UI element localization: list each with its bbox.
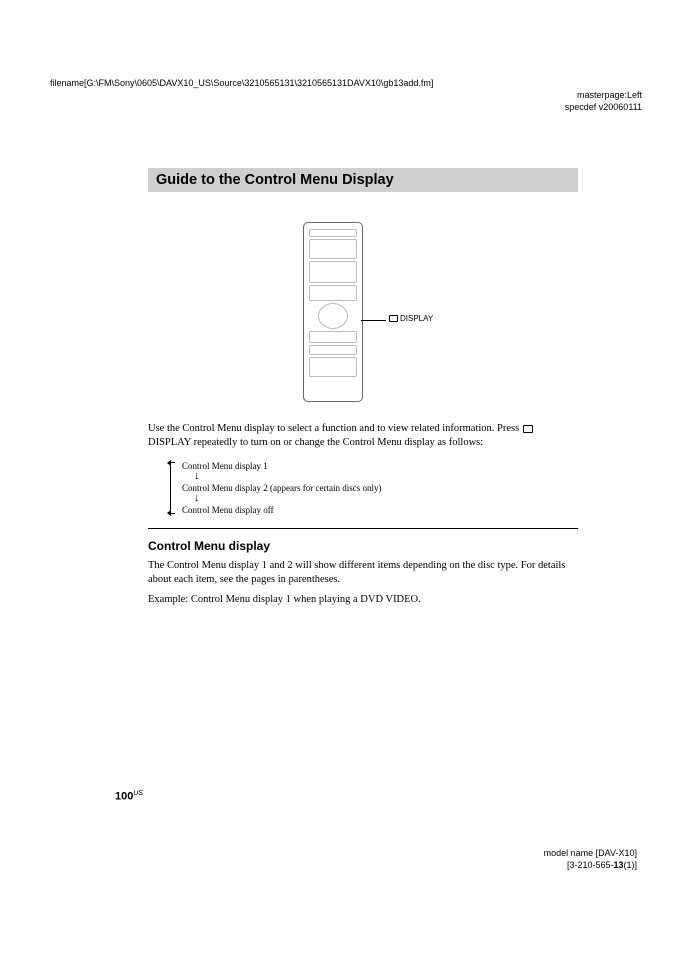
display-label-text: DISPLAY xyxy=(400,314,433,323)
subheading: Control Menu display xyxy=(148,539,578,553)
flow-sequence: Control Menu display 1 ↓ Control Menu di… xyxy=(178,460,578,516)
page-region: US xyxy=(133,790,143,797)
intro-text-b: DISPLAY repeatedly to turn on or change … xyxy=(148,437,483,448)
footer-metadata: model name [DAV-X10] [3-210-565-13(1)] xyxy=(544,848,637,871)
down-arrow-icon: ↓ xyxy=(178,494,578,504)
paragraph-3: Example: Control Menu display 1 when pla… xyxy=(148,593,578,607)
part-a: [3-210-565- xyxy=(567,860,614,870)
specdef-line: specdef v20060111 xyxy=(565,102,642,112)
masterpage-line: masterpage:Left xyxy=(577,90,642,100)
display-callout: DISPLAY xyxy=(389,314,433,323)
callout-line xyxy=(361,320,386,321)
part-b: 13 xyxy=(613,860,623,870)
model-name: model name [DAV-X10] xyxy=(544,848,637,858)
remote-outline xyxy=(303,222,363,402)
filename-line: filename[G:\FM\Sony\0605\DAVX10_US\Sourc… xyxy=(50,78,642,88)
section-title: Guide to the Control Menu Display xyxy=(148,168,578,192)
intro-paragraph: Use the Control Menu display to select a… xyxy=(148,422,578,450)
header-metadata: filename[G:\FM\Sony\0605\DAVX10_US\Sourc… xyxy=(50,78,642,113)
display-icon xyxy=(389,315,398,322)
flow-item-2: Control Menu display 2 (appears for cert… xyxy=(178,482,578,494)
paragraph-2: The Control Menu display 1 and 2 will sh… xyxy=(148,559,578,587)
down-arrow-icon: ↓ xyxy=(178,472,578,482)
flow-item-3: Control Menu display off xyxy=(178,504,578,516)
flow-item-1: Control Menu display 1 xyxy=(178,460,578,472)
part-c: (1)] xyxy=(624,860,638,870)
page-number-value: 100 xyxy=(115,791,133,803)
page-number: 100US xyxy=(115,790,143,803)
main-content: Guide to the Control Menu Display DISPLA… xyxy=(148,168,578,614)
cycle-bracket xyxy=(170,462,175,514)
display-inline-icon xyxy=(523,425,533,433)
remote-diagram: DISPLAY xyxy=(148,222,578,402)
intro-text-a: Use the Control Menu display to select a… xyxy=(148,423,522,434)
divider-line xyxy=(148,528,578,529)
